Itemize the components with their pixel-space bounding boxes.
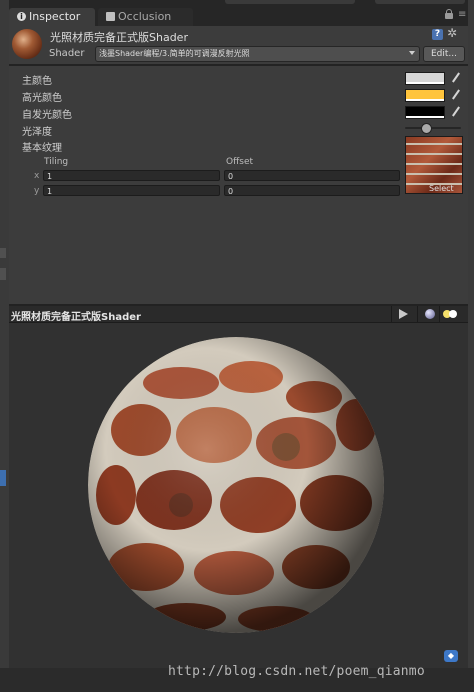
header-divider bbox=[9, 64, 468, 66]
left-strip-mark bbox=[0, 268, 6, 280]
occlusion-icon bbox=[106, 12, 115, 21]
eyedropper-icon[interactable] bbox=[451, 89, 461, 99]
shader-label: Shader bbox=[49, 48, 85, 59]
edit-shader-button[interactable]: Edit... bbox=[423, 46, 465, 62]
help-icon[interactable]: ? bbox=[432, 29, 443, 40]
offset-x-field[interactable]: 0 bbox=[224, 170, 400, 181]
alpha-bar bbox=[406, 82, 444, 84]
inspector-panel: 光照材质完备正式版Shader Shader 浅墨Shader编程/3.简单的可… bbox=[9, 26, 468, 304]
main-color-swatch[interactable] bbox=[405, 72, 445, 85]
material-header: 光照材质完备正式版Shader Shader 浅墨Shader编程/3.简单的可… bbox=[9, 26, 468, 64]
lock-icon[interactable] bbox=[445, 9, 453, 19]
tiling-y-field[interactable]: 1 bbox=[43, 185, 220, 196]
left-strip-mark bbox=[0, 470, 6, 486]
brick-sphere-preview[interactable] bbox=[86, 335, 386, 635]
shininess-slider-track[interactable] bbox=[405, 127, 461, 129]
toolbar-separator bbox=[439, 306, 440, 322]
tag-icon[interactable]: ◆ bbox=[444, 650, 458, 662]
tiling-x-field[interactable]: 1 bbox=[43, 170, 220, 181]
info-icon: i bbox=[17, 12, 26, 21]
tab-label: Occlusion bbox=[118, 10, 172, 23]
offset-y-field[interactable]: 0 bbox=[224, 185, 400, 196]
tab-bar: i Inspector Occlusion ≡ bbox=[9, 0, 468, 26]
toolbar-separator bbox=[391, 306, 392, 322]
prop-label-specular-color: 高光颜色 bbox=[22, 93, 62, 104]
material-title: 光照材质完备正式版Shader bbox=[50, 31, 188, 44]
prop-label-main-color: 主颜色 bbox=[22, 76, 52, 87]
x-label: x bbox=[34, 171, 40, 181]
emission-color-swatch[interactable] bbox=[405, 106, 445, 119]
specular-color-swatch[interactable] bbox=[405, 89, 445, 102]
shader-dropdown[interactable]: 浅墨Shader编程/3.简单的可调漫反射光照 bbox=[95, 46, 420, 62]
tiling-label: Tiling bbox=[44, 157, 69, 167]
prop-label-shininess: 光泽度 bbox=[22, 127, 52, 138]
tab-menu-icon[interactable]: ≡ bbox=[458, 10, 466, 20]
prop-label-base-texture: 基本纹理 bbox=[22, 143, 62, 154]
gear-icon[interactable]: ✲ bbox=[447, 27, 457, 40]
tab-inspector[interactable]: i Inspector bbox=[9, 8, 95, 26]
sphere-shading bbox=[88, 337, 384, 633]
alpha-bar bbox=[406, 99, 444, 101]
eyedropper-icon[interactable] bbox=[451, 106, 461, 116]
dropdown-arrow-icon bbox=[409, 51, 415, 55]
preview-toolbar: 光照材质完备正式版Shader bbox=[9, 306, 468, 323]
eyedropper-icon[interactable] bbox=[451, 72, 461, 82]
preview-light-icon-secondary[interactable] bbox=[449, 310, 457, 318]
y-label: y bbox=[34, 186, 40, 196]
top-toolbar-button[interactable] bbox=[225, 0, 355, 4]
shader-dropdown-value: 浅墨Shader编程/3.简单的可调漫反射光照 bbox=[99, 49, 250, 58]
tab-label: Inspector bbox=[29, 10, 81, 23]
right-editor-strip bbox=[468, 0, 474, 692]
toolbar-separator bbox=[417, 306, 418, 322]
offset-label: Offset bbox=[226, 157, 254, 167]
preview-title: 光照材质完备正式版Shader bbox=[11, 312, 141, 323]
texture-select-button[interactable]: Select bbox=[429, 184, 454, 193]
top-toolbar-button[interactable] bbox=[375, 0, 465, 4]
left-strip-mark bbox=[0, 248, 6, 258]
tab-occlusion[interactable]: Occlusion bbox=[98, 8, 193, 26]
prop-label-emission-color: 自发光颜色 bbox=[22, 110, 72, 121]
alpha-bar bbox=[406, 116, 444, 118]
material-thumbnail bbox=[12, 29, 42, 59]
preview-sphere-icon[interactable] bbox=[425, 309, 435, 319]
play-icon[interactable] bbox=[399, 309, 408, 319]
shininess-slider-thumb[interactable] bbox=[421, 123, 433, 134]
left-editor-strip bbox=[0, 0, 9, 692]
watermark-url: http://blog.csdn.net/poem_qianmo bbox=[168, 664, 425, 679]
